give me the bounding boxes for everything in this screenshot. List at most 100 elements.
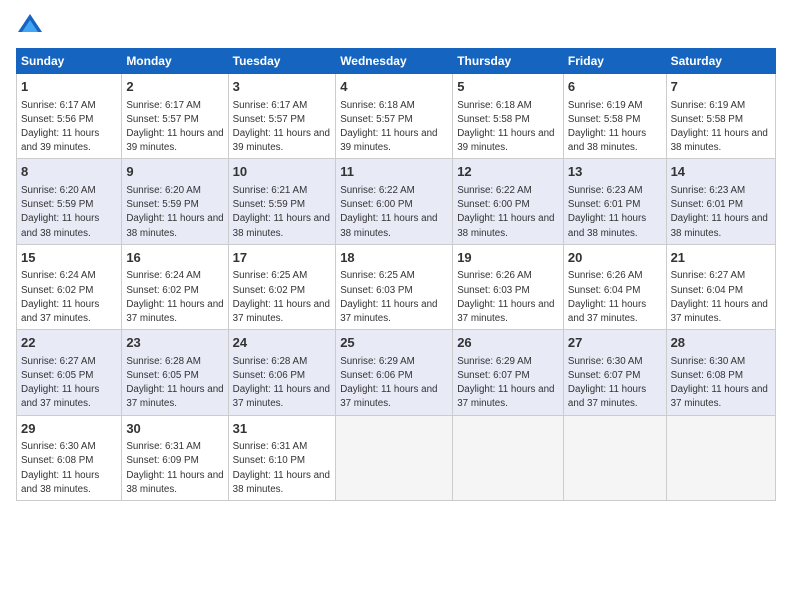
day-info: Sunrise: 6:21 AM Sunset: 5:59 PM Dayligh…: [233, 185, 330, 239]
day-number: 20: [568, 249, 662, 267]
day-number: 15: [21, 249, 117, 267]
calendar-cell: 24 Sunrise: 6:28 AM Sunset: 6:06 PM Dayli…: [228, 330, 336, 415]
day-number: 29: [21, 420, 117, 438]
day-info: Sunrise: 6:23 AM Sunset: 6:01 PM Dayligh…: [671, 185, 768, 239]
calendar-cell: 17 Sunrise: 6:25 AM Sunset: 6:02 PM Dayli…: [228, 244, 336, 329]
calendar-cell: [453, 415, 564, 500]
day-number: 19: [457, 249, 559, 267]
day-number: 31: [233, 420, 332, 438]
calendar-cell: 28 Sunrise: 6:30 AM Sunset: 6:08 PM Dayli…: [666, 330, 775, 415]
day-number: 11: [340, 163, 448, 181]
calendar-cell: [336, 415, 453, 500]
calendar-cell: 22 Sunrise: 6:27 AM Sunset: 6:05 PM Dayli…: [17, 330, 122, 415]
day-info: Sunrise: 6:24 AM Sunset: 6:02 PM Dayligh…: [21, 270, 99, 324]
header-day-saturday: Saturday: [666, 49, 775, 74]
calendar-cell: 7Sunrise: 6:19 AM Sunset: 5:58 PM Daylig…: [666, 74, 775, 159]
calendar-cell: 3Sunrise: 6:17 AM Sunset: 5:57 PM Daylig…: [228, 74, 336, 159]
week-row-5: 29 Sunrise: 6:30 AM Sunset: 6:08 PM Dayli…: [17, 415, 776, 500]
calendar-table: SundayMondayTuesdayWednesdayThursdayFrid…: [16, 48, 776, 501]
day-info: Sunrise: 6:18 AM Sunset: 5:57 PM Dayligh…: [340, 100, 437, 154]
day-info: Sunrise: 6:29 AM Sunset: 6:06 PM Dayligh…: [340, 356, 437, 410]
header-day-thursday: Thursday: [453, 49, 564, 74]
calendar-cell: 5Sunrise: 6:18 AM Sunset: 5:58 PM Daylig…: [453, 74, 564, 159]
calendar-cell: 6Sunrise: 6:19 AM Sunset: 5:58 PM Daylig…: [563, 74, 666, 159]
day-number: 22: [21, 334, 117, 352]
day-number: 23: [126, 334, 223, 352]
day-number: 17: [233, 249, 332, 267]
day-info: Sunrise: 6:31 AM Sunset: 6:10 PM Dayligh…: [233, 441, 330, 495]
calendar-cell: [563, 415, 666, 500]
day-info: Sunrise: 6:31 AM Sunset: 6:09 PM Dayligh…: [126, 441, 223, 495]
day-info: Sunrise: 6:28 AM Sunset: 6:05 PM Dayligh…: [126, 356, 223, 410]
week-row-1: 1 Sunrise: 6:17 AM Sunset: 5:56 PM Daylig…: [17, 74, 776, 159]
day-number: 14: [671, 163, 771, 181]
logo: [16, 12, 48, 40]
header-day-tuesday: Tuesday: [228, 49, 336, 74]
header-day-sunday: Sunday: [17, 49, 122, 74]
day-info: Sunrise: 6:28 AM Sunset: 6:06 PM Dayligh…: [233, 356, 330, 410]
day-number: 12: [457, 163, 559, 181]
day-number: 6: [568, 78, 662, 96]
day-info: Sunrise: 6:22 AM Sunset: 6:00 PM Dayligh…: [340, 185, 437, 239]
day-number: 30: [126, 420, 223, 438]
day-number: 10: [233, 163, 332, 181]
day-number: 21: [671, 249, 771, 267]
day-number: 2: [126, 78, 223, 96]
day-number: 28: [671, 334, 771, 352]
day-info: Sunrise: 6:17 AM Sunset: 5:57 PM Dayligh…: [233, 100, 330, 154]
header-day-friday: Friday: [563, 49, 666, 74]
day-info: Sunrise: 6:30 AM Sunset: 6:07 PM Dayligh…: [568, 356, 646, 410]
day-info: Sunrise: 6:20 AM Sunset: 5:59 PM Dayligh…: [21, 185, 99, 239]
day-number: 8: [21, 163, 117, 181]
calendar-cell: 4 Sunrise: 6:18 AM Sunset: 5:57 PM Daylig…: [336, 74, 453, 159]
day-info: Sunrise: 6:27 AM Sunset: 6:05 PM Dayligh…: [21, 356, 99, 410]
day-number: 13: [568, 163, 662, 181]
calendar-cell: 8 Sunrise: 6:20 AM Sunset: 5:59 PM Daylig…: [17, 159, 122, 244]
calendar-cell: 14 Sunrise: 6:23 AM Sunset: 6:01 PM Dayli…: [666, 159, 775, 244]
week-row-4: 22 Sunrise: 6:27 AM Sunset: 6:05 PM Dayli…: [17, 330, 776, 415]
calendar-cell: 11 Sunrise: 6:22 AM Sunset: 6:00 PM Dayli…: [336, 159, 453, 244]
header: [16, 12, 776, 40]
day-number: 27: [568, 334, 662, 352]
day-info: Sunrise: 6:29 AM Sunset: 6:07 PM Dayligh…: [457, 356, 554, 410]
header-row: SundayMondayTuesdayWednesdayThursdayFrid…: [17, 49, 776, 74]
calendar-cell: 23 Sunrise: 6:28 AM Sunset: 6:05 PM Dayli…: [122, 330, 228, 415]
calendar-cell: 19Sunrise: 6:26 AM Sunset: 6:03 PM Dayli…: [453, 244, 564, 329]
day-info: Sunrise: 6:27 AM Sunset: 6:04 PM Dayligh…: [671, 270, 768, 324]
day-info: Sunrise: 6:25 AM Sunset: 6:03 PM Dayligh…: [340, 270, 437, 324]
day-number: 25: [340, 334, 448, 352]
day-info: Sunrise: 6:19 AM Sunset: 5:58 PM Dayligh…: [671, 100, 768, 154]
calendar-cell: 12 Sunrise: 6:22 AM Sunset: 6:00 PM Dayli…: [453, 159, 564, 244]
day-number: 9: [126, 163, 223, 181]
calendar-cell: 1 Sunrise: 6:17 AM Sunset: 5:56 PM Daylig…: [17, 74, 122, 159]
calendar-cell: 16 Sunrise: 6:24 AM Sunset: 6:02 PM Dayli…: [122, 244, 228, 329]
day-info: Sunrise: 6:22 AM Sunset: 6:00 PM Dayligh…: [457, 185, 554, 239]
day-info: Sunrise: 6:23 AM Sunset: 6:01 PM Dayligh…: [568, 185, 646, 239]
logo-icon: [16, 12, 44, 40]
day-info: Sunrise: 6:30 AM Sunset: 6:08 PM Dayligh…: [21, 441, 99, 495]
calendar-cell: 20 Sunrise: 6:26 AM Sunset: 6:04 PM Dayli…: [563, 244, 666, 329]
day-info: Sunrise: 6:30 AM Sunset: 6:08 PM Dayligh…: [671, 356, 768, 410]
calendar-cell: 26 Sunrise: 6:29 AM Sunset: 6:07 PM Dayli…: [453, 330, 564, 415]
week-row-3: 15 Sunrise: 6:24 AM Sunset: 6:02 PM Dayli…: [17, 244, 776, 329]
calendar-body: 1 Sunrise: 6:17 AM Sunset: 5:56 PM Daylig…: [17, 74, 776, 501]
day-info: Sunrise: 6:17 AM Sunset: 5:56 PM Dayligh…: [21, 100, 99, 154]
day-info: Sunrise: 6:25 AM Sunset: 6:02 PM Dayligh…: [233, 270, 330, 324]
calendar-cell: 9Sunrise: 6:20 AM Sunset: 5:59 PM Daylig…: [122, 159, 228, 244]
calendar-cell: 31 Sunrise: 6:31 AM Sunset: 6:10 PM Dayli…: [228, 415, 336, 500]
calendar-cell: 10 Sunrise: 6:21 AM Sunset: 5:59 PM Dayli…: [228, 159, 336, 244]
day-number: 24: [233, 334, 332, 352]
day-number: 1: [21, 78, 117, 96]
header-day-monday: Monday: [122, 49, 228, 74]
calendar-header: SundayMondayTuesdayWednesdayThursdayFrid…: [17, 49, 776, 74]
calendar-cell: 13 Sunrise: 6:23 AM Sunset: 6:01 PM Dayli…: [563, 159, 666, 244]
day-info: Sunrise: 6:26 AM Sunset: 6:04 PM Dayligh…: [568, 270, 646, 324]
calendar-cell: 21 Sunrise: 6:27 AM Sunset: 6:04 PM Dayli…: [666, 244, 775, 329]
day-number: 18: [340, 249, 448, 267]
day-info: Sunrise: 6:24 AM Sunset: 6:02 PM Dayligh…: [126, 270, 223, 324]
day-info: Sunrise: 6:18 AM Sunset: 5:58 PM Dayligh…: [457, 100, 554, 154]
header-day-wednesday: Wednesday: [336, 49, 453, 74]
day-number: 4: [340, 78, 448, 96]
day-number: 26: [457, 334, 559, 352]
day-number: 16: [126, 249, 223, 267]
